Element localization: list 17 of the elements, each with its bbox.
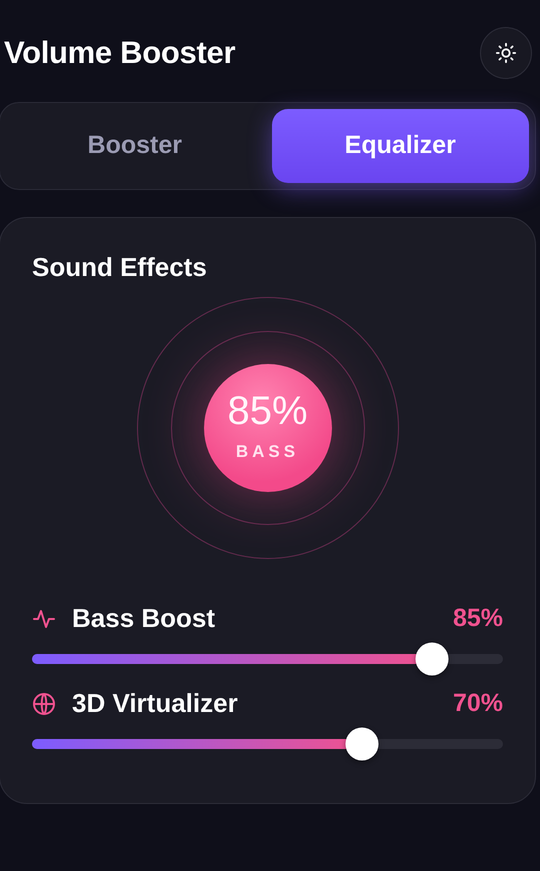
app-title: Volume Booster: [4, 34, 236, 72]
tab[interactable]: Equalizer: [272, 109, 529, 183]
effect-reading: 85%: [452, 602, 503, 634]
globe-icon: [32, 692, 56, 716]
slider[interactable]: [32, 642, 503, 676]
settings-icon: [495, 42, 517, 64]
section-title: Sound Effects: [32, 252, 208, 284]
effect-name: Bass Boost: [72, 602, 216, 636]
slider-thumb[interactable]: [345, 728, 378, 761]
tab[interactable]: Booster: [6, 109, 264, 183]
effect-name: 3D Virtualizer: [72, 687, 238, 720]
dial-label: BASS: [236, 441, 300, 464]
slider-thumb[interactable]: [416, 642, 449, 676]
slider[interactable]: [32, 727, 503, 762]
settings-button[interactable]: [480, 27, 532, 79]
dial-value: 85%: [227, 391, 308, 432]
effect-reading: 70%: [452, 688, 503, 719]
